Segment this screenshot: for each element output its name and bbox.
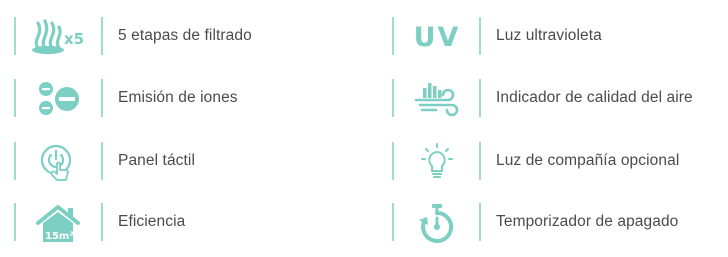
feature-label: Temporizador de apagado xyxy=(496,213,679,230)
feature-label: 5 etapas de filtrado xyxy=(118,27,252,44)
uv-badge: UV xyxy=(413,21,461,53)
house-efficiency-icon: 15m² xyxy=(26,203,92,243)
light-bulb-icon xyxy=(404,142,470,182)
divider xyxy=(392,17,394,55)
divider xyxy=(101,17,103,55)
divider xyxy=(392,203,394,241)
divider xyxy=(392,79,394,117)
timer-icon xyxy=(404,203,470,243)
divider xyxy=(479,142,481,180)
divider xyxy=(101,203,103,241)
divider xyxy=(14,203,16,241)
divider xyxy=(392,142,394,180)
divider xyxy=(14,142,16,180)
feature-label: Luz de compañía opcional xyxy=(496,152,680,169)
feature-label: Luz ultravioleta xyxy=(496,27,602,44)
feature-label: Indicador de calidad del aire xyxy=(496,89,693,106)
uv-icon: UV xyxy=(404,17,470,57)
area-badge: 15m² xyxy=(45,231,74,242)
divider xyxy=(14,79,16,117)
filter-badge: x5 xyxy=(64,30,84,48)
feature-label: Emisión de iones xyxy=(118,89,238,106)
ions-icon xyxy=(26,79,92,119)
divider xyxy=(479,79,481,117)
divider xyxy=(479,203,481,241)
filter-stages-icon: x5 xyxy=(26,17,92,57)
divider xyxy=(101,79,103,117)
air-quality-icon xyxy=(404,79,470,119)
touch-panel-icon xyxy=(26,142,92,182)
divider xyxy=(14,17,16,55)
feature-label: Panel táctil xyxy=(118,152,196,169)
feature-label: Eficiencia xyxy=(118,213,186,230)
divider xyxy=(101,142,103,180)
divider xyxy=(479,17,481,55)
